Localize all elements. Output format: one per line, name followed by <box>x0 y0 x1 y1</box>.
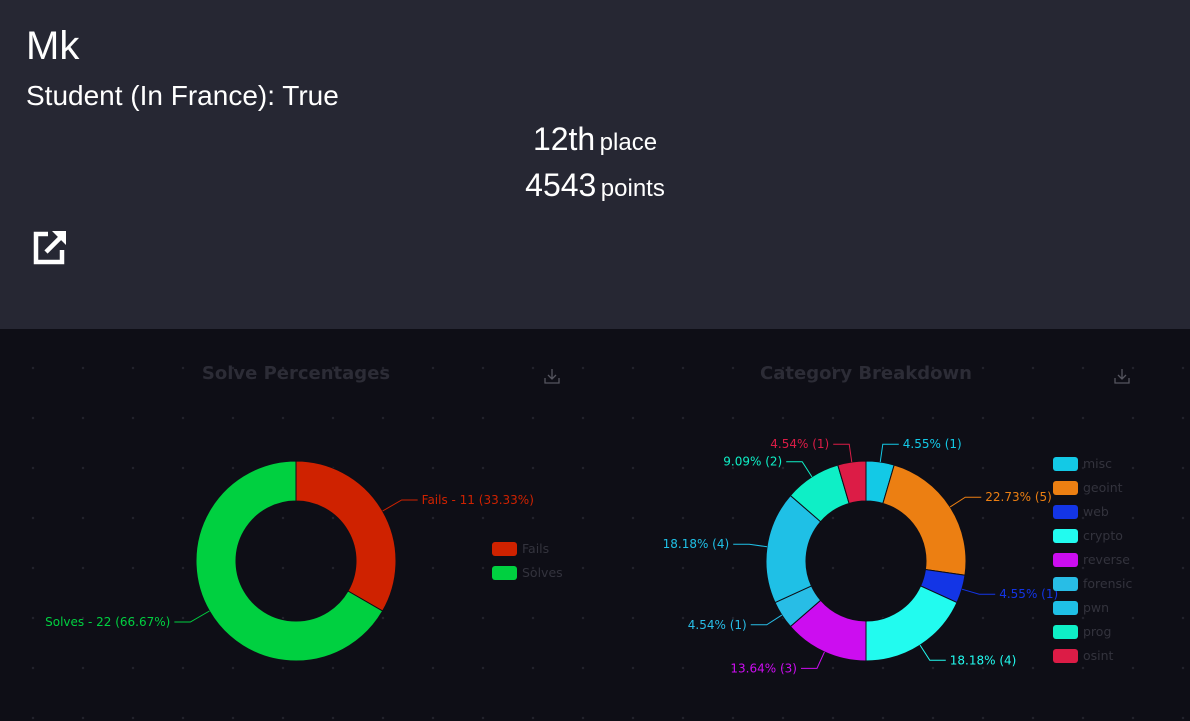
leader-line-misc <box>879 443 899 463</box>
data-label-fails: Fails - 11 (33.33%) <box>422 493 534 507</box>
team-header: Mk Student (In France): True 12th place … <box>0 0 1190 329</box>
leader-line-crypto <box>919 644 946 661</box>
solve-percentages-chart: Fails - 11 (33.33%) Solves - 22 (66.67%) F… <box>45 460 563 662</box>
legend-label-reverse[interactable]: reverse <box>1083 552 1130 567</box>
external-link-icon[interactable] <box>30 228 68 266</box>
legend-swatch-reverse[interactable] <box>1053 553 1078 567</box>
legend-swatch-fails[interactable] <box>492 542 517 556</box>
team-name: Mk <box>26 24 80 68</box>
legend-label-misc[interactable]: misc <box>1083 456 1112 471</box>
legend-swatch-solves[interactable] <box>492 566 517 580</box>
team-place: 12th place <box>0 121 1190 158</box>
points-unit: points <box>600 175 665 202</box>
legend-label-solves[interactable]: Solves <box>522 565 563 580</box>
data-label-crypto: 18.18% (4) <box>950 653 1017 667</box>
legend-label-pwn[interactable]: pwn <box>1083 600 1109 615</box>
data-label-pwn: 18.18% (4) <box>663 537 730 551</box>
leader-line-prog <box>786 461 813 478</box>
leader-line-web <box>961 588 996 595</box>
data-label-forensic: 4.54% (1) <box>688 618 747 632</box>
legend-label-web[interactable]: web <box>1083 504 1109 519</box>
legend-label-prog[interactable]: prog <box>1083 624 1111 639</box>
leader-line-pwn <box>733 543 768 548</box>
legend-label-osint[interactable]: osint <box>1083 648 1114 663</box>
leader-line-fails <box>382 499 418 512</box>
slice-crypto[interactable] <box>865 585 958 662</box>
data-label-web: 4.55% (1) <box>999 587 1058 601</box>
legend-swatch-forensic[interactable] <box>1053 577 1078 591</box>
slice-fails[interactable] <box>295 460 397 612</box>
data-label-reverse: 13.64% (3) <box>730 661 797 675</box>
leader-line-reverse <box>800 651 825 669</box>
leader-line-solves <box>174 610 210 623</box>
place-unit: place <box>599 129 658 156</box>
legend-swatch-web[interactable] <box>1053 505 1078 519</box>
legend-swatch-osint[interactable] <box>1053 649 1078 663</box>
leader-line-forensic <box>750 614 783 626</box>
data-label-solves: Solves - 22 (66.67%) <box>45 615 170 629</box>
data-label-prog: 9.09% (2) <box>723 455 782 469</box>
leader-line-geoint <box>949 496 982 508</box>
charts-section: Solve Percentages Category Breakdown Fai… <box>0 329 1190 721</box>
leader-line-osint <box>833 443 853 463</box>
team-points: 4543 points <box>0 167 1190 204</box>
slice-geoint[interactable] <box>882 464 967 576</box>
legend-swatch-geoint[interactable] <box>1053 481 1078 495</box>
data-label-osint: 4.54% (1) <box>770 437 829 451</box>
data-label-geoint: 22.73% (5) <box>985 490 1052 504</box>
student-status: Student (In France): True <box>26 80 339 111</box>
points-value: 4543 <box>525 167 597 203</box>
legend-label-geoint[interactable]: geoint <box>1083 480 1123 495</box>
legend-swatch-crypto[interactable] <box>1053 529 1078 543</box>
legend-label-crypto[interactable]: crypto <box>1083 528 1123 543</box>
category-breakdown-chart: 4.55% (1) 22.73% (5) 4.55% (1) 18.18% (4) 13… <box>663 437 1133 675</box>
legend-swatch-misc[interactable] <box>1053 457 1078 471</box>
legend-swatch-pwn[interactable] <box>1053 601 1078 615</box>
place-value: 12th <box>532 121 596 157</box>
legend-label-fails[interactable]: Fails <box>522 541 549 556</box>
data-label-misc: 4.55% (1) <box>903 437 962 451</box>
legend-label-forensic[interactable]: forensic <box>1083 576 1133 591</box>
legend-swatch-prog[interactable] <box>1053 625 1078 639</box>
